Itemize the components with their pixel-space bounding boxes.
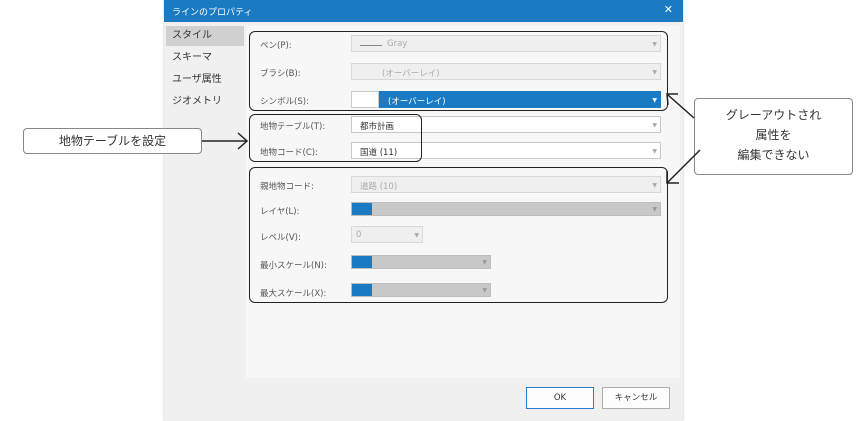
- annotation-arrows: [202, 93, 701, 184]
